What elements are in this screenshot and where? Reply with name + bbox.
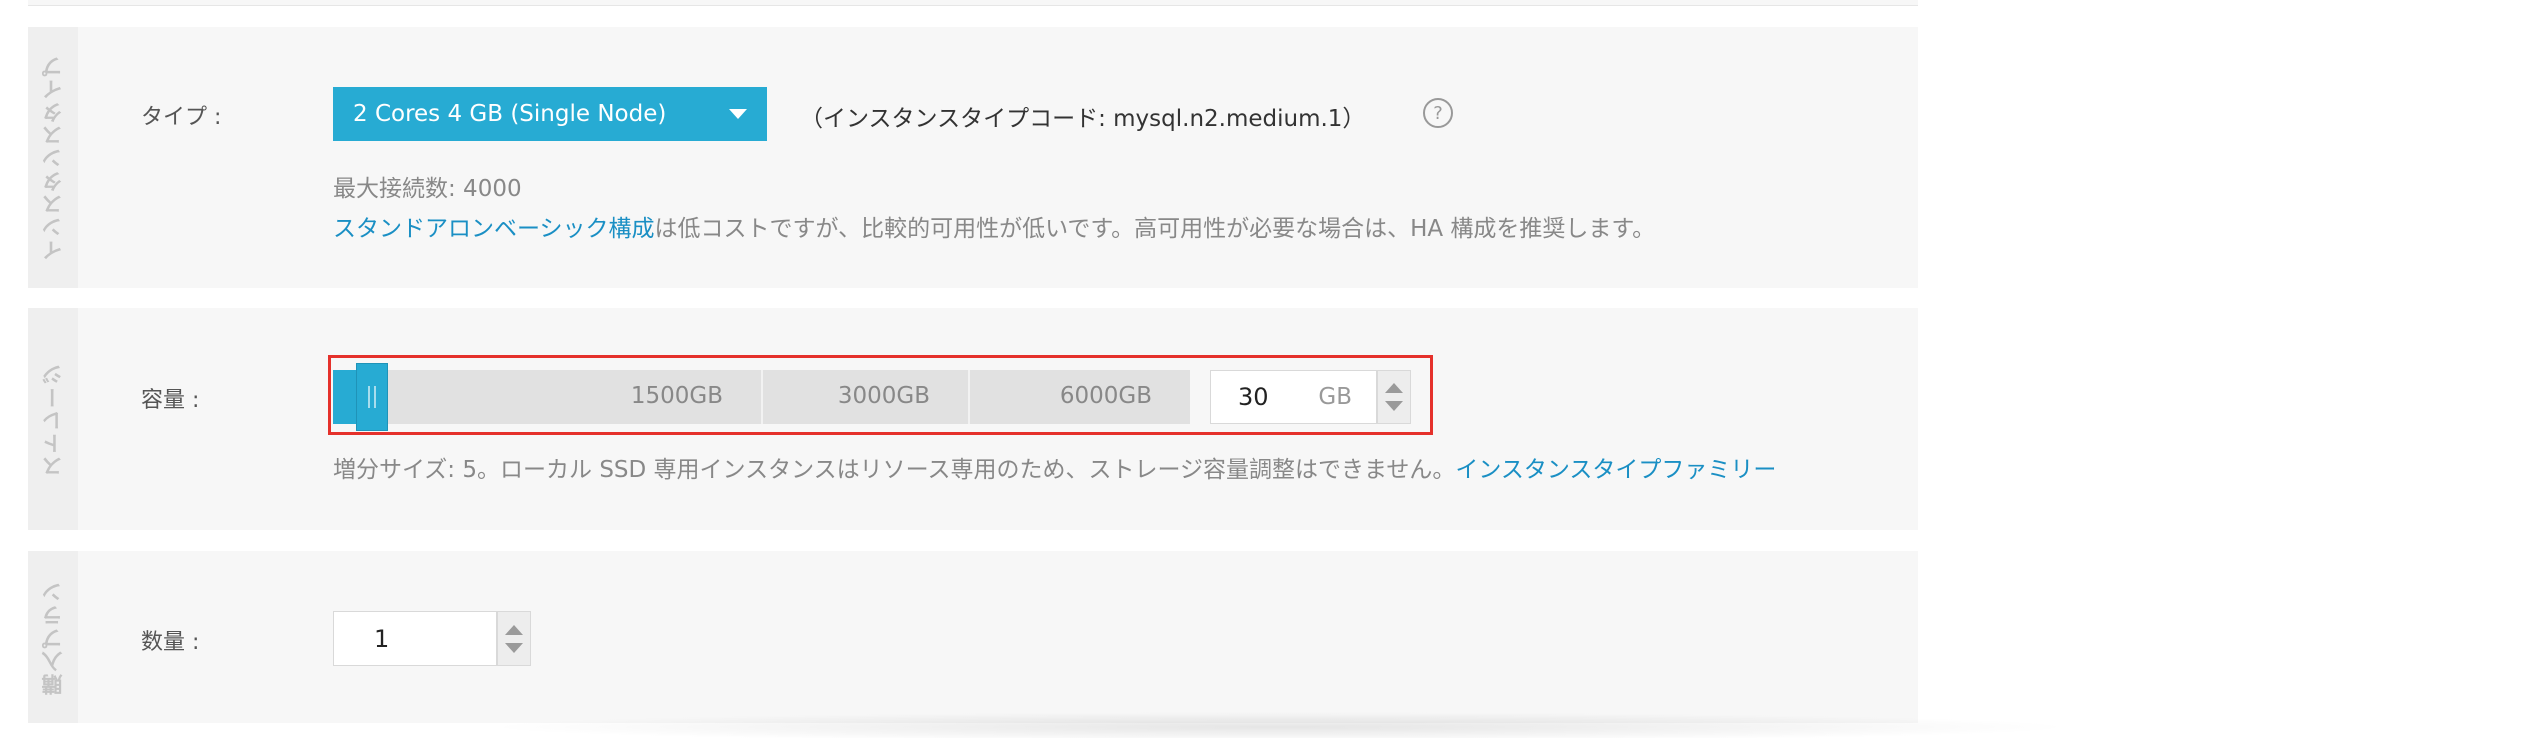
slider-mark: 1500GB — [630, 383, 723, 409]
previous-section-edge — [28, 0, 1918, 6]
section-tab-label: インスタンスタイプ — [41, 54, 65, 261]
section-tab-instance-type: インスタンスタイプ — [28, 27, 78, 288]
section-tab-label: ストレージ — [41, 361, 65, 477]
question-circle-icon[interactable]: ? — [1423, 98, 1453, 128]
slider-mark: 3000GB — [837, 383, 930, 409]
capacity-stepper[interactable] — [1377, 370, 1411, 424]
storage-section: ストレージ 容量 : 1500GB 3000GB 6000GB 30 GB 増分… — [28, 308, 1918, 530]
triangle-up-icon[interactable] — [1385, 383, 1403, 393]
instance-type-selected: 2 Cores 4 GB (Single Node) — [353, 101, 667, 127]
section-tab-label: 購入プラン — [41, 579, 65, 695]
slider-segment: 3000GB — [763, 370, 970, 424]
grip-icon — [368, 386, 370, 408]
slider-mark: 6000GB — [1059, 383, 1152, 409]
capacity-input[interactable]: 30 GB — [1210, 370, 1377, 424]
triangle-down-icon[interactable] — [505, 642, 523, 653]
quantity-stepper[interactable] — [497, 611, 531, 666]
slider-segment: 1500GB — [333, 370, 763, 424]
instance-type-dropdown[interactable]: 2 Cores 4 GB (Single Node) — [333, 87, 767, 141]
instance-type-code: （インスタンスタイプコード: mysql.n2.medium.1） — [800, 106, 1366, 132]
quantity-label: 数量 : — [141, 630, 200, 655]
capacity-slider-handle[interactable] — [356, 363, 388, 431]
instance-type-family-link[interactable]: インスタンスタイプファミリー — [1455, 457, 1776, 483]
storage-note: 増分サイズ: 5。ローカル SSD 専用インスタンスはリソース専用のため、ストレ… — [333, 450, 1776, 484]
capacity-unit: GB — [1318, 384, 1352, 410]
purchase-plan-section: 購入プラン 数量 : 1 — [28, 551, 1918, 723]
capacity-label: 容量 : — [141, 388, 200, 413]
triangle-down-icon[interactable] — [1385, 401, 1403, 411]
grip-icon — [374, 386, 376, 408]
capacity-value: 30 — [1238, 383, 1269, 411]
triangle-up-icon[interactable] — [505, 624, 523, 635]
section-tab-purchase-plan: 購入プラン — [28, 551, 78, 723]
type-label: タイプ : — [141, 105, 222, 130]
quantity-input[interactable]: 1 — [333, 611, 497, 666]
section-tab-storage: ストレージ — [28, 308, 78, 530]
floating-panel-shadow — [480, 712, 2080, 738]
capacity-slider-track[interactable]: 1500GB 3000GB 6000GB — [333, 370, 1190, 424]
caret-down-icon — [729, 109, 747, 119]
storage-note-text: 増分サイズ: 5。ローカル SSD 専用インスタンスはリソース専用のため、ストレ… — [333, 457, 1456, 483]
instance-type-note: スタンドアロンベーシック構成は低コストですが、比較的可用性が低いです。高可用性が… — [333, 209, 1655, 243]
max-connections: 最大接続数: 4000 — [333, 176, 522, 202]
instance-type-note-text: は低コストですが、比較的可用性が低いです。高可用性が必要な場合は、HA 構成を推… — [654, 216, 1656, 242]
standalone-basic-link[interactable]: スタンドアロンベーシック構成 — [333, 216, 655, 242]
quantity-value: 1 — [374, 624, 390, 653]
instance-type-section: インスタンスタイプ タイプ : 2 Cores 4 GB (Single Nod… — [28, 27, 1918, 288]
slider-segment: 6000GB — [970, 370, 1190, 424]
